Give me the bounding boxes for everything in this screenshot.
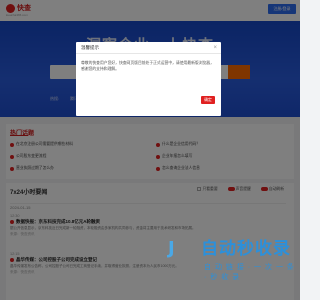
watermark-brand: 自动秒收录 [201, 239, 291, 258]
modal-header: 温馨提示 × [76, 42, 221, 54]
watermark-tagline: 自 动 链 接 · 一 次 一 条 · 秒 收 录 [204, 264, 295, 281]
confirm-button[interactable]: 确定 [201, 96, 215, 104]
modal-message: 尊敬的快查用户您好，快查网页版目前处于正式运营中，请使用最新版浏览器，感谢您的支… [81, 61, 214, 71]
modal-title: 温馨提示 [81, 45, 99, 50]
watermark-logo: J 自动秒收录 [168, 238, 291, 260]
close-icon[interactable]: × [213, 42, 217, 54]
notice-modal: 温馨提示 × 尊敬的快查用户您好，快查网页版目前处于正式运营中，请使用最新版浏览… [76, 42, 221, 116]
watermark-icon: J [168, 238, 175, 259]
